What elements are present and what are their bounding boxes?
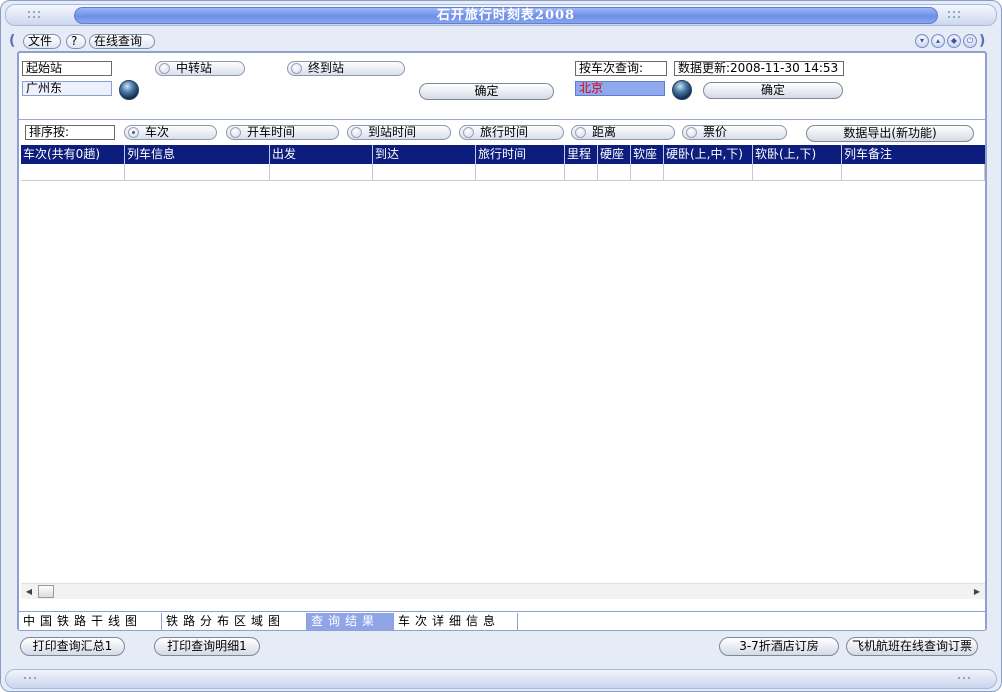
app-window: 石开旅行时刻表2008 ( 文件 ? 在线查询 ▾ ▴ ◆ ⏻ ) 起始站 广州… — [0, 0, 1002, 692]
radio-dot — [351, 127, 362, 138]
radio-dot — [575, 127, 586, 138]
train-confirm-button[interactable]: 确定 — [703, 82, 843, 99]
view-tabs: 中国铁路干线图 铁路分布区域图 查询结果 车次详细信息 — [19, 611, 985, 630]
table-cell — [270, 164, 373, 181]
footer-grip-right — [956, 674, 974, 685]
end-station-radio[interactable]: 终到站 — [287, 61, 405, 76]
station-globe-icon[interactable] — [119, 80, 139, 100]
radio-dot — [291, 63, 302, 74]
column-header-arrive[interactable]: 到达 — [373, 145, 476, 164]
print-detail-button[interactable]: 打印查询明细1 — [154, 637, 260, 656]
section-divider — [19, 119, 985, 120]
table-cell — [631, 164, 664, 181]
tab-train-details[interactable]: 车次详细信息 — [394, 613, 518, 630]
train-query-input[interactable]: 北京 — [575, 81, 665, 96]
column-header-depart[interactable]: 出发 — [270, 145, 373, 164]
status-footer — [5, 669, 997, 689]
title-pill: 石开旅行时刻表2008 — [74, 7, 938, 24]
menu-file[interactable]: 文件 — [23, 34, 61, 49]
sort-radio-train[interactable]: 车次 — [124, 125, 217, 140]
sort-radio-depart[interactable]: 开车时间 — [226, 125, 339, 140]
radio-dot — [230, 127, 241, 138]
sort-radio-arrive[interactable]: 到站时间 — [347, 125, 451, 140]
footer-grip-left — [22, 674, 40, 685]
column-header-train-no[interactable]: 车次(共有0趟) — [21, 145, 125, 164]
power-icon[interactable]: ⏻ — [963, 34, 977, 48]
radio-dot — [686, 127, 697, 138]
radio-dot — [463, 127, 474, 138]
menu-bracket-left: ( — [9, 33, 16, 49]
sort-radio-distance[interactable]: 距离 — [571, 125, 675, 140]
column-header-soft-sleeper[interactable]: 软卧(上,下) — [753, 145, 842, 164]
sort-option-label: 开车时间 — [247, 125, 296, 139]
tab-trunk-line-map[interactable]: 中国铁路干线图 — [19, 613, 162, 630]
scrollbar-thumb[interactable] — [38, 585, 54, 598]
sort-label: 排序按: — [25, 125, 115, 140]
table-header: 车次(共有0趟) 列车信息 出发 到达 旅行时间 里程 硬座 软座 硬卧(上,中… — [21, 145, 985, 164]
menu-bracket-right: ) — [979, 33, 986, 49]
start-station-input[interactable]: 广州东 — [22, 81, 112, 96]
title-grip-right — [946, 10, 964, 21]
flight-booking-button[interactable]: 飞机航班在线查询订票 — [846, 637, 978, 656]
sort-option-label: 车次 — [145, 125, 170, 139]
tab-regional-map[interactable]: 铁路分布区域图 — [162, 613, 307, 630]
export-data-button[interactable]: 数据导出(新功能) — [806, 125, 974, 142]
table-cell — [753, 164, 842, 181]
column-header-hard-seat[interactable]: 硬座 — [598, 145, 631, 164]
results-table: 车次(共有0趟) 列车信息 出发 到达 旅行时间 里程 硬座 软座 硬卧(上,中… — [21, 145, 985, 181]
title-bar[interactable]: 石开旅行时刻表2008 — [5, 4, 997, 26]
collapse-icon[interactable]: ▾ — [915, 34, 929, 48]
column-header-train-info[interactable]: 列车信息 — [125, 145, 270, 164]
sort-radio-travel-time[interactable]: 旅行时间 — [459, 125, 564, 140]
table-cell — [842, 164, 985, 181]
train-globe-icon[interactable] — [672, 80, 692, 100]
station-confirm-button[interactable]: 确定 — [419, 83, 554, 100]
table-cell — [125, 164, 270, 181]
scroll-left-icon[interactable]: ◀ — [21, 584, 37, 599]
sort-option-label: 到站时间 — [368, 125, 417, 139]
start-station-label: 起始站 — [22, 61, 112, 76]
menu-bar: ( 文件 ? 在线查询 ▾ ▴ ◆ ⏻ ) — [9, 33, 989, 51]
radio-dot-selected — [128, 127, 139, 138]
title-grip-left — [26, 10, 44, 21]
scroll-right-icon[interactable]: ▶ — [969, 584, 985, 599]
train-query-label: 按车次查询: — [575, 61, 667, 76]
hotel-booking-button[interactable]: 3-7折酒店订房 — [719, 637, 839, 656]
main-panel: 起始站 广州东 中转站 终到站 确定 按车次查询: 数据更新:2008-11-3… — [17, 51, 987, 631]
horizontal-scrollbar[interactable]: ◀ ▶ — [21, 583, 985, 599]
data-update-text: 数据更新:2008-11-30 14:53 — [674, 61, 844, 76]
print-summary-button[interactable]: 打印查询汇总1 — [20, 637, 125, 656]
table-cell — [373, 164, 476, 181]
sort-option-label: 距离 — [592, 125, 617, 139]
table-cell — [565, 164, 598, 181]
expand-icon[interactable]: ▴ — [931, 34, 945, 48]
transfer-station-radio[interactable]: 中转站 — [155, 61, 245, 76]
window-title: 石开旅行时刻表2008 — [436, 8, 576, 23]
transfer-station-label: 中转站 — [176, 61, 213, 75]
tab-query-results[interactable]: 查询结果 — [307, 613, 394, 630]
column-header-hard-sleeper[interactable]: 硬卧(上,中,下) — [664, 145, 753, 164]
table-cell — [664, 164, 753, 181]
table-cell — [21, 164, 125, 181]
table-cell — [476, 164, 565, 181]
menu-online-query[interactable]: 在线查询 — [89, 34, 155, 49]
sort-radio-price[interactable]: 票价 — [682, 125, 787, 140]
column-header-remarks[interactable]: 列车备注 — [842, 145, 985, 164]
column-header-travel-time[interactable]: 旅行时间 — [476, 145, 565, 164]
column-header-distance[interactable]: 里程 — [565, 145, 598, 164]
sort-option-label: 票价 — [703, 125, 728, 139]
restore-icon[interactable]: ◆ — [947, 34, 961, 48]
end-station-label: 终到站 — [308, 61, 345, 75]
menu-help[interactable]: ? — [66, 34, 86, 49]
sort-option-label: 旅行时间 — [480, 125, 529, 139]
table-row[interactable] — [21, 164, 985, 181]
radio-dot — [159, 63, 170, 74]
column-header-soft-seat[interactable]: 软座 — [631, 145, 664, 164]
table-cell — [598, 164, 631, 181]
